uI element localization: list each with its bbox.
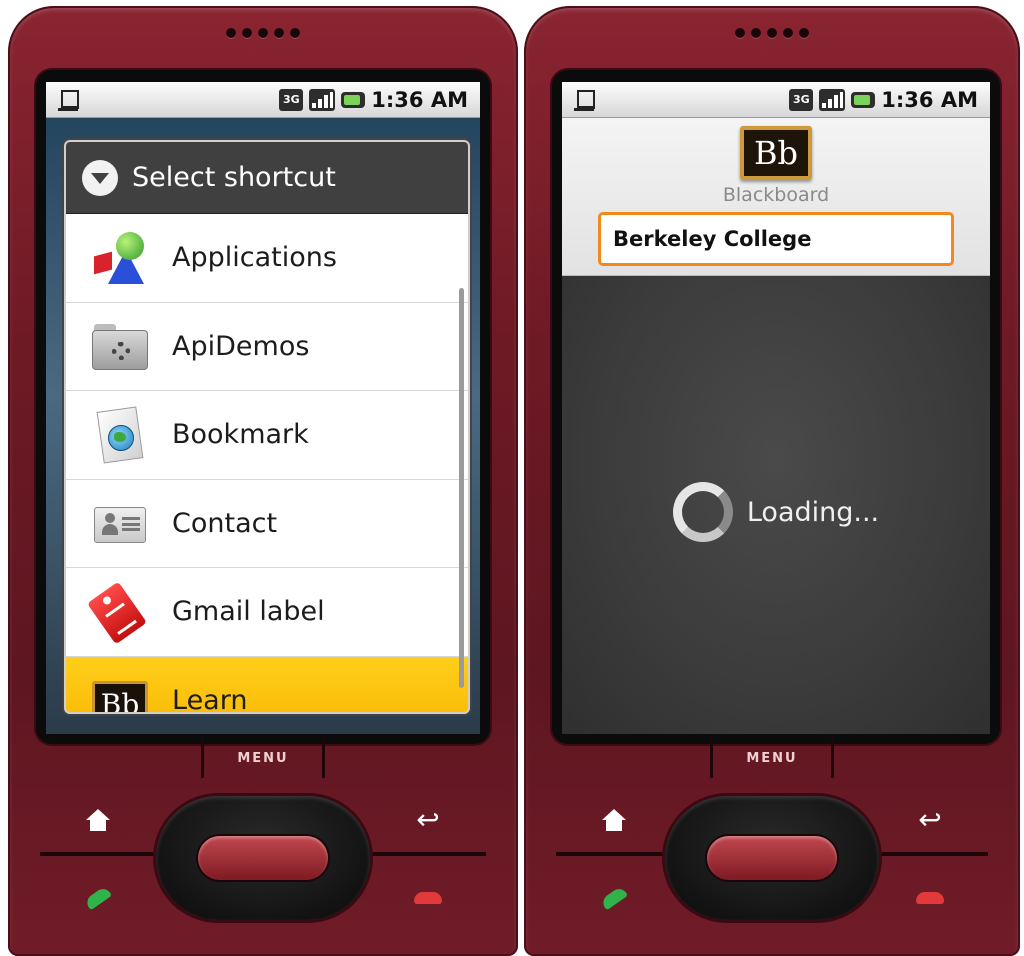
signal-strength-icon xyxy=(819,88,846,111)
dropdown-arrow-icon xyxy=(82,159,118,196)
spinner-icon xyxy=(672,482,733,542)
app-header: Bb Blackboard Berkeley College xyxy=(562,118,990,276)
back-button[interactable]: ↩ xyxy=(912,802,948,838)
home-icon xyxy=(86,809,110,831)
phone-right: 3G 1:36 AM Bb Blackboard Berkeley Colleg… xyxy=(524,6,1020,956)
network-3g-icon: 3G xyxy=(279,88,304,111)
network-3g-icon: 3G xyxy=(789,88,814,111)
status-bar: 3G 1:36 AM xyxy=(562,82,990,118)
call-button[interactable] xyxy=(596,880,632,916)
phone-hangup-icon xyxy=(916,892,944,904)
home-button[interactable] xyxy=(596,802,632,838)
list-scrollbar[interactable] xyxy=(459,288,464,688)
signal-strength-icon xyxy=(309,88,336,111)
battery-charging-icon xyxy=(851,91,876,108)
chalkboard-background: Loading... xyxy=(562,276,990,734)
list-item-label: ApiDemos xyxy=(172,330,310,362)
dialog-title: Select shortcut xyxy=(132,162,336,193)
list-item-label: Bookmark xyxy=(172,419,309,451)
download-complete-icon xyxy=(574,89,595,111)
back-button[interactable]: ↩ xyxy=(410,802,446,838)
menu-button[interactable]: MENU xyxy=(710,738,834,778)
divider xyxy=(40,852,170,856)
phone-call-icon xyxy=(83,885,113,911)
call-button[interactable] xyxy=(80,880,116,916)
back-arrow-icon: ↩ xyxy=(416,803,440,836)
trackball[interactable] xyxy=(707,836,837,880)
menu-button[interactable]: MENU xyxy=(201,738,325,778)
battery-charging-icon xyxy=(341,91,366,108)
contact-card-icon xyxy=(90,493,150,553)
phone-call-icon xyxy=(599,885,629,911)
shortcut-list: Applications ApiDemos Bookmark Contact G… xyxy=(66,214,468,714)
speaker-grille xyxy=(735,28,809,38)
divider xyxy=(356,852,486,856)
list-item-label: Contact xyxy=(172,507,278,539)
brand-name: Blackboard xyxy=(722,184,830,206)
phone-left: 3G 1:36 AM Select shortcut Applications … xyxy=(8,6,518,956)
menu-label: MENU xyxy=(237,750,289,766)
end-call-button[interactable] xyxy=(912,880,948,916)
loading-text: Loading... xyxy=(746,496,880,528)
screen: 3G 1:36 AM Select shortcut Applications … xyxy=(46,82,480,734)
end-call-button[interactable] xyxy=(410,880,446,916)
home-icon xyxy=(602,809,626,831)
screen: 3G 1:36 AM Bb Blackboard Berkeley Colleg… xyxy=(562,82,990,734)
applications-icon xyxy=(90,228,150,288)
list-item-label: Learn xyxy=(172,685,248,714)
blackboard-logo-icon: Bb xyxy=(740,126,812,180)
back-arrow-icon: ↩ xyxy=(918,803,942,836)
list-item-contact[interactable]: Contact xyxy=(66,479,468,568)
gmail-label-tag-icon xyxy=(87,581,150,645)
bookmark-globe-icon xyxy=(90,405,150,465)
screen-bezel: 3G 1:36 AM Select shortcut Applications … xyxy=(36,70,490,744)
dialog-title-bar: Select shortcut xyxy=(66,142,468,214)
school-selector[interactable]: Berkeley College xyxy=(598,212,954,266)
list-item-applications[interactable]: Applications xyxy=(66,214,468,303)
select-shortcut-dialog: Select shortcut Applications ApiDemos Bo… xyxy=(64,140,470,714)
status-bar: 3G 1:36 AM xyxy=(46,82,480,118)
list-item-bookmark[interactable]: Bookmark xyxy=(66,391,468,480)
blackboard-learn-icon: Bb xyxy=(90,671,150,712)
download-complete-icon xyxy=(58,89,79,111)
screen-bezel: 3G 1:36 AM Bb Blackboard Berkeley Colleg… xyxy=(552,70,1000,744)
list-item-gmail-label[interactable]: Gmail label xyxy=(66,568,468,657)
speaker-grille xyxy=(226,28,300,38)
list-item-learn[interactable]: Bb Learn xyxy=(66,656,468,714)
phone-hangup-icon xyxy=(414,892,442,904)
folder-gear-icon xyxy=(90,316,150,376)
list-item-label: Applications xyxy=(172,242,337,274)
status-time: 1:36 AM xyxy=(371,87,468,112)
home-button[interactable] xyxy=(80,802,116,838)
loading-indicator: Loading... xyxy=(562,482,990,542)
list-item-label: Gmail label xyxy=(172,596,325,628)
menu-label: MENU xyxy=(746,750,798,766)
trackball[interactable] xyxy=(198,836,328,880)
status-time: 1:36 AM xyxy=(881,87,978,112)
list-item-apidemos[interactable]: ApiDemos xyxy=(66,302,468,391)
